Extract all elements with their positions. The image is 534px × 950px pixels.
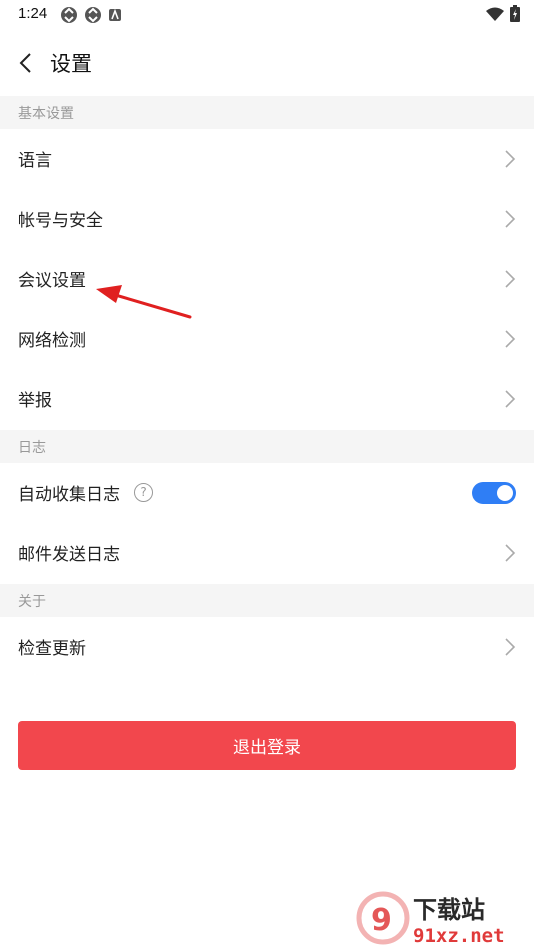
chevron-right-icon	[505, 544, 516, 562]
row-label: 会议设置	[18, 271, 86, 291]
row-label: 语言	[18, 151, 52, 171]
nav-bar: 设置	[0, 30, 534, 94]
row-label: 检查更新	[18, 639, 86, 659]
settings-row-account[interactable]: 帐号与安全	[0, 189, 534, 249]
sync-icon	[85, 7, 101, 23]
section-title: 关于	[18, 594, 46, 610]
logout-button[interactable]: 退出登录	[18, 721, 516, 770]
row-label: 自动收集日志	[18, 485, 120, 505]
chevron-right-icon	[505, 390, 516, 408]
auto-log-toggle[interactable]	[472, 482, 516, 504]
status-time: 1:24	[18, 5, 48, 22]
toggle-knob	[497, 485, 513, 501]
chevron-left-icon	[19, 53, 31, 73]
svg-text:9: 9	[371, 903, 392, 938]
svg-text:下载站: 下载站	[413, 896, 485, 924]
app-notification-icon	[109, 8, 121, 21]
chevron-right-icon	[505, 330, 516, 348]
help-icon[interactable]: ?	[134, 483, 153, 502]
settings-row-update[interactable]: 检查更新	[0, 617, 534, 677]
row-label: 举报	[18, 391, 52, 411]
page-title: 设置	[50, 52, 92, 76]
settings-row-language[interactable]: 语言	[0, 129, 534, 189]
watermark-logo: 9 下载站 91xz.net	[356, 891, 505, 947]
row-label: 邮件发送日志	[18, 545, 120, 565]
wifi-icon	[486, 7, 504, 21]
settings-row-meeting[interactable]: 会议设置	[0, 249, 534, 309]
settings-row-mail-log[interactable]: 邮件发送日志	[0, 523, 534, 583]
row-label: 帐号与安全	[18, 211, 103, 231]
chevron-right-icon	[505, 270, 516, 288]
chevron-right-icon	[505, 638, 516, 656]
section-header-log: 日志	[0, 430, 534, 463]
chevron-right-icon	[505, 150, 516, 168]
section-title: 日志	[18, 440, 46, 456]
svg-text:91xz.net: 91xz.net	[413, 925, 505, 947]
settings-row-auto-log: 自动收集日志 ?	[0, 463, 534, 523]
section-header-about: 关于	[0, 584, 534, 617]
settings-row-report[interactable]: 举报	[0, 369, 534, 429]
status-bar: 1:24	[0, 0, 534, 30]
settings-row-network[interactable]: 网络检测	[0, 309, 534, 369]
back-button[interactable]	[10, 48, 40, 78]
chevron-right-icon	[505, 210, 516, 228]
row-label: 网络检测	[18, 331, 86, 351]
section-header-basic: 基本设置	[0, 96, 534, 129]
battery-icon	[510, 5, 520, 22]
logout-label: 退出登录	[233, 738, 301, 758]
sync-icon	[61, 7, 77, 23]
section-title: 基本设置	[18, 106, 74, 122]
